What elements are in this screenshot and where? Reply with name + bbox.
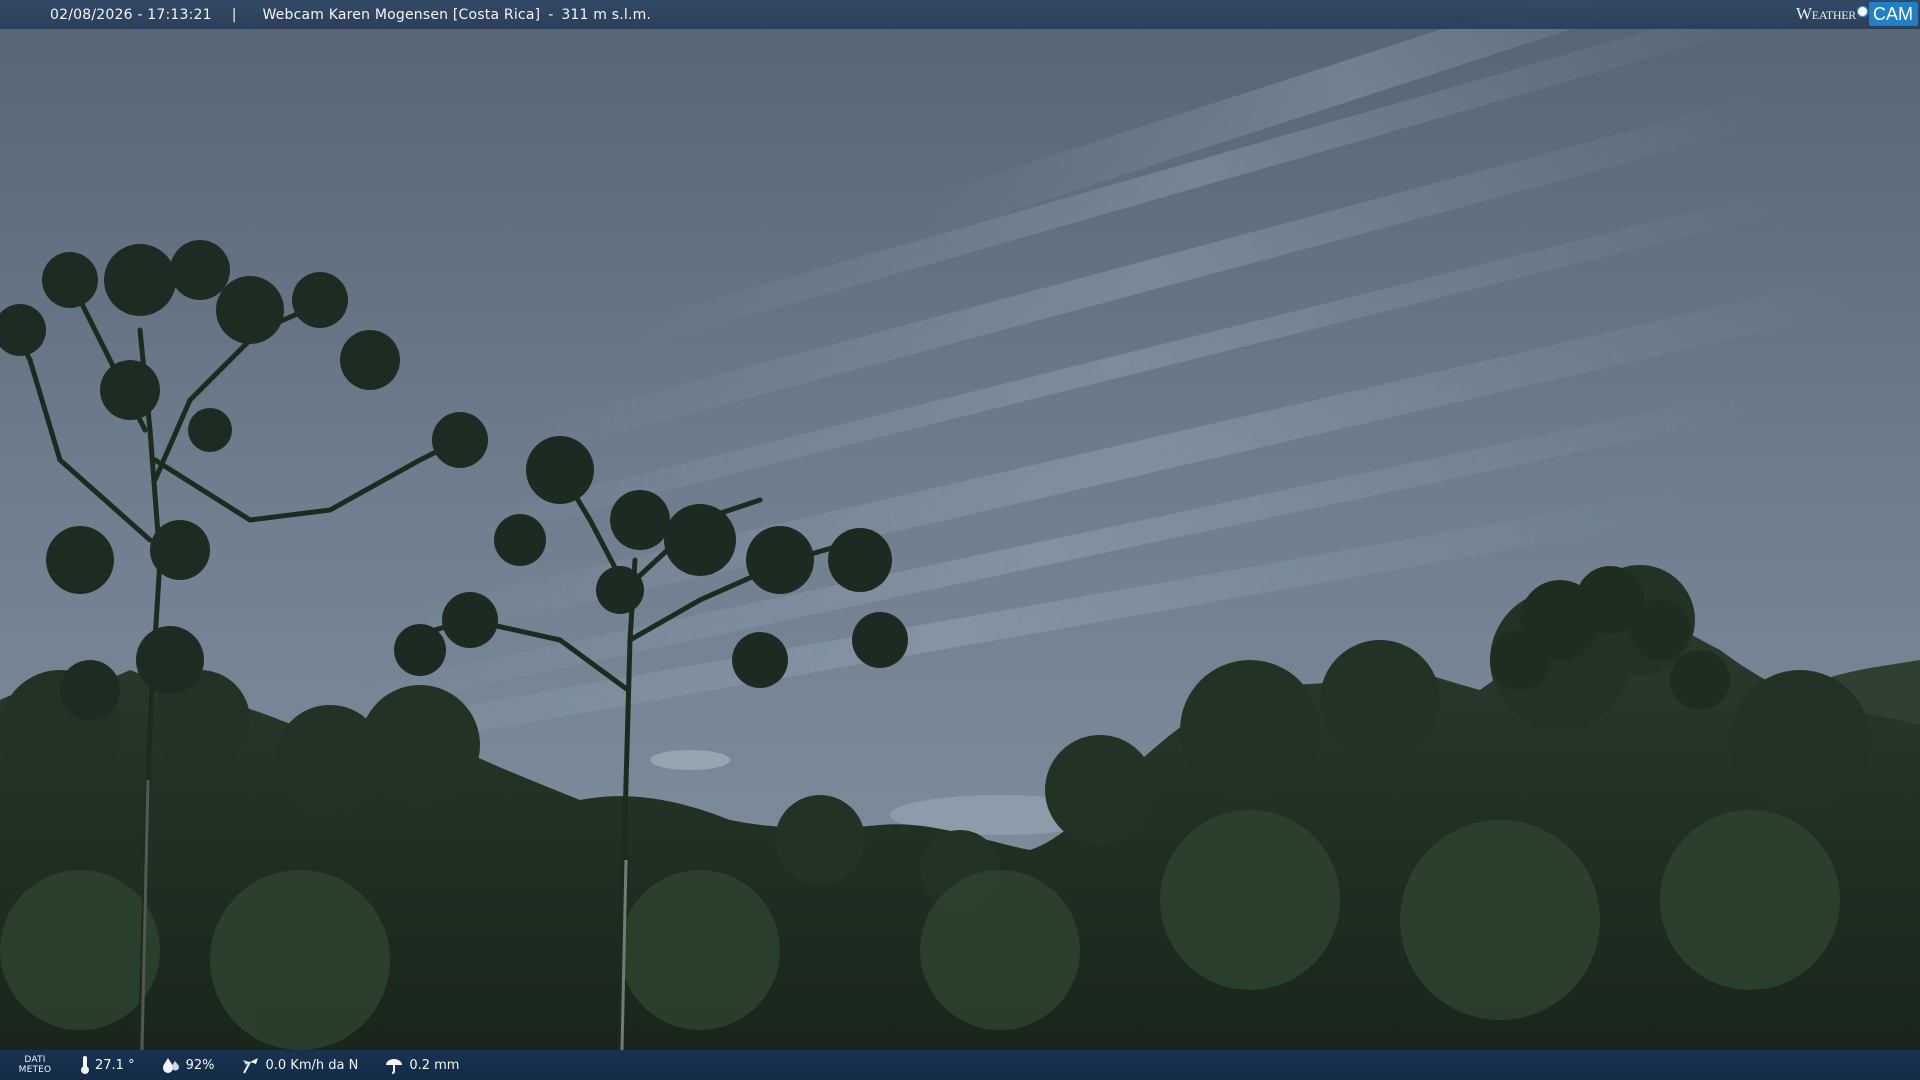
rain-reading: 0.2 mm	[384, 1056, 459, 1074]
timestamp: 02/08/2026 - 17:13:21	[50, 6, 212, 23]
logo-weather-text: Weather	[1796, 4, 1856, 23]
humidity-value: 92%	[185, 1057, 215, 1073]
rain-icon	[386, 1059, 403, 1074]
altitude: 311 m s.l.m.	[561, 6, 652, 23]
dati-label-line2: METEO	[18, 1065, 52, 1075]
header-separator: |	[231, 6, 237, 23]
wind-value: 0.0 Km/h da N	[265, 1057, 359, 1073]
rain-value: 0.2 mm	[409, 1057, 460, 1073]
webcam-name: Webcam Karen Mogensen [Costa Rica]	[262, 6, 541, 23]
wind-reading: 0.0 Km/h da N	[240, 1056, 358, 1074]
webcam-frame: 02/08/2026 - 17:13:21 | Webcam Karen Mog…	[0, 0, 1920, 1080]
humidity-icon	[162, 1058, 179, 1073]
logo-dot-icon	[1857, 5, 1868, 17]
thermometer-icon	[81, 1056, 89, 1074]
weathercam-logo[interactable]: Weather CAM	[1796, 2, 1918, 26]
header-dash: -	[548, 6, 554, 23]
header-bar: 02/08/2026 - 17:13:21 | Webcam Karen Mog…	[0, 0, 1920, 29]
dati-label-line1: DATI	[24, 1055, 46, 1065]
temperature-value: 27.1 °	[95, 1057, 135, 1073]
logo-cam-text: CAM	[1869, 2, 1918, 26]
wind-icon	[243, 1058, 259, 1074]
webcam-scene	[0, 0, 1920, 1080]
humidity-reading: 92%	[161, 1056, 215, 1074]
weather-data-bar: DATI METEO 27.1 ° 92% 0.0 Km/h da N 0.2 …	[0, 1050, 1920, 1080]
temperature-reading: 27.1 °	[80, 1055, 135, 1075]
dati-meteo-label: DATI METEO	[0, 1055, 70, 1075]
